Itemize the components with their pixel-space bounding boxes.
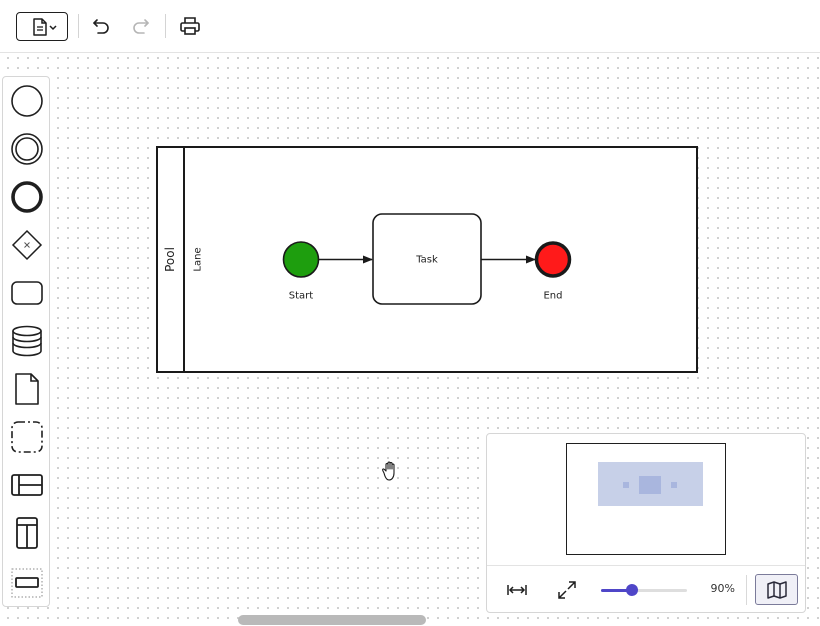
end-event[interactable] [534, 241, 572, 278]
fit-width-button[interactable] [504, 579, 530, 601]
minimap-task [639, 476, 661, 494]
start-event[interactable] [282, 241, 320, 278]
lane-label: Lane [193, 247, 204, 271]
minimap-start [623, 482, 629, 488]
minimap-divider [746, 575, 747, 605]
minimap-panel: 90% [486, 433, 806, 613]
task-label: Task [415, 255, 438, 266]
end-label: End [543, 291, 562, 302]
fullscreen-button[interactable] [554, 578, 580, 602]
map-icon [766, 580, 787, 599]
minimap-viewport[interactable] [566, 443, 726, 555]
start-label: Start [289, 291, 314, 302]
zoom-level: 90% [710, 582, 735, 595]
minimap-end [671, 482, 677, 488]
fit-width-icon [507, 585, 527, 595]
hand-cursor-icon [382, 461, 395, 481]
zoom-slider[interactable] [601, 584, 687, 596]
minimap-footer: 90% [487, 565, 805, 612]
horizontal-scrollbar[interactable] [238, 615, 426, 625]
toggle-minimap-button[interactable] [755, 574, 798, 605]
expand-icon [558, 581, 576, 599]
zoom-slider-thumb[interactable] [625, 584, 638, 596]
pool-label: Pool [163, 247, 177, 272]
